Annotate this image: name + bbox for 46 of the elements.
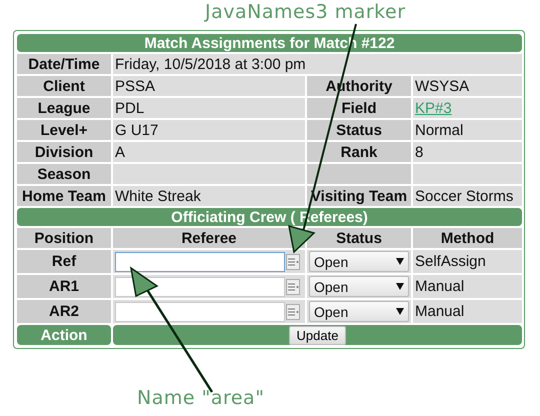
referee-field[interactable] bbox=[115, 302, 285, 322]
field-label: Field bbox=[307, 98, 411, 118]
method-value: Manual bbox=[413, 275, 522, 298]
position-label: AR2 bbox=[17, 300, 111, 323]
field-value: Soccer Storms bbox=[413, 186, 522, 206]
column-header: Referee bbox=[113, 228, 305, 248]
field-value: A bbox=[113, 142, 305, 162]
caret-icon bbox=[396, 308, 404, 315]
field-label: Home Team bbox=[17, 186, 111, 206]
column-header: Status bbox=[307, 228, 411, 248]
field-value: G U17 bbox=[113, 120, 305, 140]
status-dropdown[interactable]: Open bbox=[309, 251, 409, 272]
field-label: Date/Time bbox=[17, 54, 111, 74]
field-label: Status bbox=[307, 120, 411, 140]
method-value: SelfAssign bbox=[413, 250, 522, 273]
field-value: PDL bbox=[113, 98, 305, 118]
field-label: Division bbox=[17, 142, 111, 162]
callout-label: JavaNames3 marker bbox=[203, 0, 407, 25]
method-value: Manual bbox=[413, 300, 522, 323]
caret-icon bbox=[396, 283, 404, 290]
status-dropdown[interactable]: Open bbox=[309, 276, 409, 297]
field-value: WSYSA bbox=[413, 76, 522, 96]
referee-field[interactable] bbox=[115, 252, 285, 272]
list-icon[interactable] bbox=[286, 254, 300, 270]
status-dropdown[interactable]: Open bbox=[309, 301, 409, 322]
field-label: Client bbox=[17, 76, 111, 96]
action-label: Action bbox=[17, 325, 111, 345]
list-icon[interactable] bbox=[286, 304, 300, 320]
field-value: PSSA bbox=[113, 76, 305, 96]
field-label: Rank bbox=[307, 142, 411, 162]
caret-icon bbox=[396, 258, 404, 265]
field-value: Normal bbox=[413, 120, 522, 140]
position-label: Ref bbox=[17, 250, 111, 273]
position-label: AR1 bbox=[17, 275, 111, 298]
field-value: 8 bbox=[413, 142, 522, 162]
update-button[interactable]: Update bbox=[288, 326, 346, 344]
column-header: Method bbox=[413, 228, 522, 248]
field-label: Level+ bbox=[17, 120, 111, 140]
field-value: White Streak bbox=[113, 186, 305, 206]
list-icon[interactable] bbox=[286, 278, 300, 294]
field-label: Season bbox=[17, 164, 111, 184]
referee-field[interactable] bbox=[115, 276, 285, 296]
field-label: League bbox=[17, 98, 111, 118]
field-value: Friday, 10/5/2018 at 3:00 pm bbox=[113, 54, 522, 74]
callout-label: Name "area" bbox=[136, 387, 266, 409]
column-header: Position bbox=[17, 228, 111, 248]
